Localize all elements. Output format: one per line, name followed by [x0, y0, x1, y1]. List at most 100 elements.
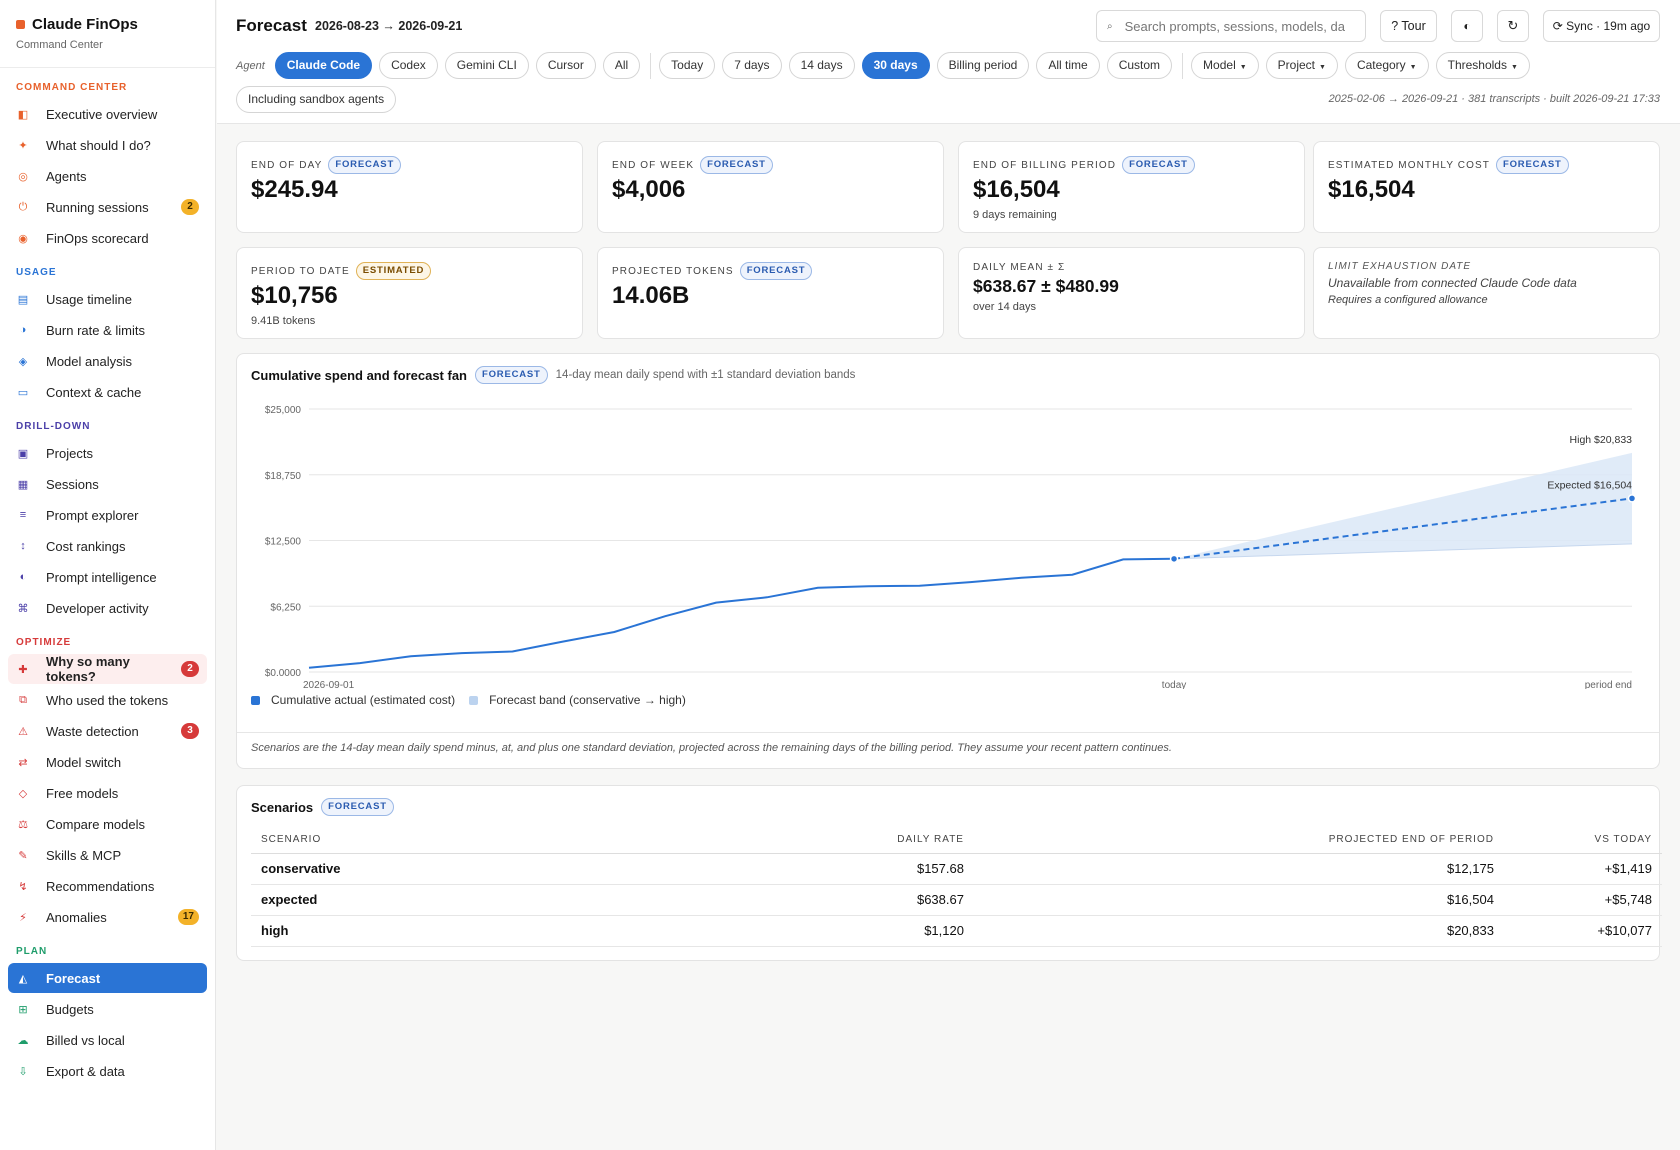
- sidebar-item-budgets[interactable]: ⊞ Budgets: [8, 994, 207, 1024]
- theme-toggle-button[interactable]: ◐: [1451, 10, 1483, 42]
- sidebar-item-context-cache[interactable]: ▭ Context & cache: [8, 377, 207, 407]
- sidebar-item-who-used-the-tokens[interactable]: ⧉ Who used the tokens: [8, 685, 207, 715]
- recommendations-icon: ↯: [18, 880, 28, 893]
- forecast-chart-card: Cumulative spend and forecast fan FORECA…: [236, 353, 1660, 769]
- sidebar-item-waste-detection[interactable]: ⚠ Waste detection 3: [8, 716, 207, 746]
- sidebar-item-skills-mcp[interactable]: ✎ Skills & MCP: [8, 840, 207, 870]
- data-meta: 2025-02-06 → 2026-09-21 · 381 transcript…: [1328, 93, 1660, 105]
- sidebar-item-label: FinOps scorecard: [46, 230, 149, 246]
- kpi-label: PERIOD TO DATE: [251, 265, 350, 277]
- sidebar-item-executive-overview[interactable]: ◧ Executive overview: [8, 99, 207, 129]
- sidebar-item-label: Recommendations: [46, 878, 155, 894]
- kpi-label: END OF BILLING PERIOD: [973, 159, 1117, 171]
- thresholds-dropdown[interactable]: Thresholds ▼: [1435, 52, 1530, 79]
- table-header: SCENARIO DAILY RATE PROJECTED END OF PERIO…: [251, 826, 1662, 854]
- tour-button[interactable]: ? Tour: [1380, 10, 1437, 42]
- chart-title: Cumulative spend and forecast fan: [251, 367, 467, 383]
- kpi-value: $16,504: [1328, 176, 1415, 203]
- sidebar-item-agents[interactable]: ◎ Agents: [8, 161, 207, 191]
- kpi-card-period-to-date: PERIOD TO DATE ESTIMATED $10,756 9.41B toke…: [236, 247, 583, 339]
- page-title: Forecast: [236, 16, 307, 35]
- sidebar-item-billed-vs-local[interactable]: ☁ Billed vs local: [8, 1025, 207, 1055]
- sidebar-item-why-so-many-tokens[interactable]: ✚ Why so many tokens? 2: [8, 654, 207, 684]
- sidebar-item-model-analysis[interactable]: ◈ Model analysis: [8, 346, 207, 376]
- brand[interactable]: Claude FinOps Command Center: [0, 0, 215, 68]
- sidebar-item-label: Billed vs local: [46, 1032, 125, 1048]
- period-chip-14-days[interactable]: 14 days: [788, 52, 855, 79]
- sidebar-item-developer-activity[interactable]: ⌘ Developer activity: [8, 593, 207, 623]
- sandbox-agents-toggle[interactable]: Including sandbox agents: [236, 86, 397, 113]
- timeline-icon: ▤: [17, 293, 29, 306]
- project-dropdown[interactable]: Project ▼: [1265, 52, 1338, 79]
- period-chip-today[interactable]: Today: [659, 52, 716, 79]
- sidebar-item-compare-models[interactable]: ⚖ Compare models: [8, 809, 207, 839]
- kpi-label: END OF WEEK: [612, 159, 695, 171]
- sidebar-item-label: Free models: [46, 785, 119, 801]
- sync-button[interactable]: ⟳ Sync · 19m ago: [1543, 10, 1660, 42]
- kpi-card-end-of-billing-period: END OF BILLING PERIOD FORECAST $16,504 9 da…: [958, 141, 1305, 233]
- kpi-card-end-of-day: END OF DAY FORECAST $245.94: [236, 141, 583, 233]
- kpi-label: LIMIT EXHAUSTION DATE: [1328, 261, 1472, 272]
- sidebar-item-recommendations[interactable]: ↯ Recommendations: [8, 871, 207, 901]
- column-header: VS TODAY: [1503, 826, 1662, 854]
- agent-chip-gemini-cli[interactable]: Gemini CLI: [444, 52, 529, 79]
- sidebar-item-burn-rate-limits[interactable]: ◑ Burn rate & limits: [8, 315, 207, 345]
- burn-rate-icon: ◑: [19, 324, 27, 336]
- table-cell: +$10,077: [1503, 915, 1662, 947]
- sidebar-item-what-should-i-do[interactable]: ✦ What should I do?: [8, 130, 207, 160]
- kpi-label: ESTIMATED MONTHLY COST: [1328, 159, 1490, 171]
- refresh-button[interactable]: ↻: [1497, 10, 1529, 42]
- sidebar-item-anomalies[interactable]: ⚡ Anomalies 17: [8, 902, 207, 932]
- sidebar-item-running-sessions[interactable]: ⏻ Running sessions 2: [8, 192, 207, 222]
- chevron-down-icon: ▼: [1510, 64, 1518, 71]
- forecast-tag: FORECAST: [700, 156, 773, 174]
- y-tick-label: $0.0000: [265, 668, 302, 679]
- search-input[interactable]: [1124, 18, 1345, 34]
- sidebar-item-label: Usage timeline: [46, 291, 132, 307]
- agent-chip-codex[interactable]: Codex: [379, 52, 438, 79]
- chevron-down-icon: ▼: [1319, 64, 1326, 71]
- agent-chip-cursor[interactable]: Cursor: [535, 52, 596, 79]
- legend-swatch: [251, 695, 260, 705]
- period-chip-billing-period[interactable]: Billing period: [936, 52, 1030, 79]
- sidebar-item-free-models[interactable]: ◇ Free models: [8, 778, 207, 808]
- sidebar-item-finops-scorecard[interactable]: ◉ FinOps scorecard: [8, 223, 207, 253]
- period-chip-all-time[interactable]: All time: [1036, 52, 1100, 79]
- expected-end-point: [1627, 494, 1637, 503]
- model-analysis-icon: ◈: [18, 355, 28, 368]
- sidebar-item-label: Model switch: [46, 754, 122, 770]
- y-tick-label: $6,250: [270, 602, 301, 613]
- sidebar-item-label: Executive overview: [46, 106, 158, 122]
- intelligence-icon: ◐: [19, 571, 27, 583]
- model-dropdown[interactable]: Model ▼: [1191, 52, 1259, 79]
- count-badge: 17: [177, 909, 199, 925]
- compare-icon: ⚖: [18, 818, 28, 831]
- kpi-card-daily-mean: DAILY MEAN ± Σ $638.67 ± $480.99 over 14 d…: [958, 247, 1305, 339]
- period-chip-custom[interactable]: Custom: [1106, 52, 1173, 79]
- sidebar-item-projects[interactable]: ▣ Projects: [8, 438, 207, 468]
- agent-chip-claude-code[interactable]: Claude Code: [274, 52, 373, 79]
- sidebar-item-label: Skills & MCP: [46, 847, 122, 863]
- period-chip-7-days[interactable]: 7 days: [722, 52, 782, 79]
- rankings-icon: ↕: [20, 540, 26, 552]
- category-dropdown[interactable]: Category ▼: [1344, 52, 1429, 79]
- period-chip-30-days[interactable]: 30 days: [861, 52, 930, 79]
- sidebar-item-export-data[interactable]: ⇩ Export & data: [8, 1056, 207, 1086]
- kpi-label: END OF DAY: [251, 159, 323, 171]
- sidebar-item-cost-rankings[interactable]: ↕ Cost rankings: [8, 531, 207, 561]
- sidebar-item-label: Projects: [46, 445, 93, 461]
- sidebar-item-label: Prompt explorer: [46, 507, 139, 523]
- sidebar-item-prompt-explorer[interactable]: ≡ Prompt explorer: [8, 500, 207, 530]
- today-point: [1169, 554, 1179, 564]
- agent-chip-all[interactable]: All: [602, 52, 641, 79]
- sidebar-item-forecast[interactable]: ◭ Forecast: [8, 963, 207, 993]
- search-box[interactable]: ⌕: [1096, 10, 1366, 42]
- sidebar-item-usage-timeline[interactable]: ▤ Usage timeline: [8, 284, 207, 314]
- sidebar-item-model-switch[interactable]: ⇄ Model switch: [8, 747, 207, 777]
- sidebar-item-sessions[interactable]: ▦ Sessions: [8, 469, 207, 499]
- sidebar-item-prompt-intelligence[interactable]: ◐ Prompt intelligence: [8, 562, 207, 592]
- x-tick-label: period end: [1585, 680, 1632, 689]
- warning-icon: ⚠: [18, 725, 28, 738]
- skills-icon: ✎: [18, 849, 28, 862]
- scenario-name: conservative: [251, 853, 454, 885]
